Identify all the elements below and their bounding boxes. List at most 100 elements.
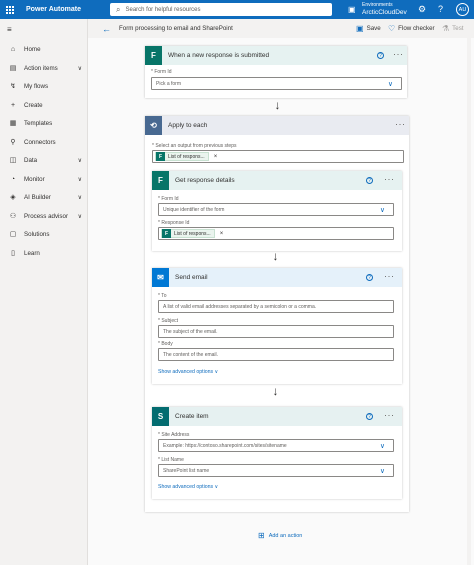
app-launcher-icon[interactable] [6,5,14,14]
create-item-header[interactable]: S Create item ? ··· [152,407,402,426]
environment-name: ArcticCloudDev [362,9,407,16]
sidebar-item-label: Learn [24,249,40,257]
arrow-down-icon: ↓ [274,98,281,112]
arrow-down-icon: ↓ [272,249,279,263]
select-output-label: * Select an output from previous steps [152,143,237,149]
sidebar-item-data[interactable]: ◫ Data ∨ [0,154,88,166]
body-field[interactable]: The content of the email. [158,348,394,361]
chevron-down-icon: ∨ [77,65,82,72]
help-icon[interactable]: ? [438,4,443,14]
response-id-field[interactable]: F List of respons... × [158,227,394,240]
settings-icon[interactable]: ⚙ [418,4,426,15]
search-placeholder: Search for helpful resources [125,6,201,13]
send-email-card[interactable]: ✉ Send email ? ··· * To A list of valid … [152,268,402,384]
search-input[interactable]: ⌕ Search for helpful resources [110,3,332,16]
sidebar-item-my-flows[interactable]: ↯ My flows [0,80,88,92]
get-response-header[interactable]: F Get response details ? ··· [152,171,402,190]
add-action-button[interactable]: ⊞ Add an action [258,531,302,540]
canvas-scrollbar[interactable] [467,38,471,565]
sidebar-item-action-items[interactable]: ▤ Action items ∨ [0,62,88,74]
app-title[interactable]: Power Automate [26,6,81,13]
environment-picker[interactable]: Environments ArcticCloudDev [362,2,407,16]
help-icon[interactable]: ? [366,177,373,184]
sidebar-item-home[interactable]: ⌂ Home [0,43,88,55]
subject-placeholder: The subject of the email. [163,328,218,335]
flow-checker-button[interactable]: ♡ Flow checker [388,24,435,33]
sidebar-item-process-advisor[interactable]: ⚇ Process advisor ∨ [0,210,88,222]
get-response-title: Get response details [175,177,235,184]
sidebar-item-learn[interactable]: ▯ Learn [0,247,88,259]
help-icon[interactable]: ? [377,52,384,59]
hamburger-icon[interactable]: ≡ [7,25,12,34]
forms-icon: F [162,229,171,238]
list-name-placeholder: SharePoint list name [163,467,210,474]
site-address-dropdown[interactable]: Example: https://contoso.sharepoint.com/… [158,439,394,452]
show-advanced-options-link[interactable]: Show advanced options ∨ [158,484,218,490]
avatar[interactable]: AU [456,3,469,16]
search-icon: ⌕ [116,4,121,14]
mail-icon: ✉ [152,268,169,287]
sidebar-item-create[interactable]: + Create [0,99,88,111]
dynamic-token[interactable]: F List of respons... [155,152,209,161]
chevron-down-icon: ∨ [379,442,385,450]
trigger-title: When a new response is submitted [168,52,270,59]
form-id-dropdown[interactable]: Unique identifier of the form ∨ [158,203,394,216]
flow-name: Form processing to email and SharePoint [119,25,233,32]
help-icon[interactable]: ? [366,274,373,281]
body-label: * Body [158,341,173,347]
remove-token-icon[interactable]: × [214,154,218,160]
environment-label: Environments [362,2,393,8]
top-bar: Power Automate ⌕ Search for helpful reso… [0,0,474,19]
sidebar-item-label: Home [24,45,41,53]
flask-icon: ⚗ [442,24,450,33]
more-options-icon[interactable]: ··· [384,410,395,420]
send-email-header[interactable]: ✉ Send email ? ··· [152,268,402,287]
sidebar-item-label: Solutions [24,230,50,238]
select-output-field[interactable]: F List of respons... × [152,150,404,163]
apply-to-each-card[interactable]: ⟲ Apply to each ··· * Select an output f… [145,116,409,512]
get-response-details-card[interactable]: F Get response details ? ··· * Form Id U… [152,171,402,251]
back-arrow-icon[interactable]: ← [102,24,111,34]
sidebar-item-solutions[interactable]: ▢ Solutions [0,228,88,240]
test-button[interactable]: ⚗ Test [442,24,464,33]
form-id-placeholder: Pick a form [156,80,182,87]
more-options-icon[interactable]: ··· [384,271,395,281]
monitor-icon: ◔ [10,175,16,183]
subject-label: * Subject [158,318,179,324]
dynamic-token[interactable]: F List of respons... [161,229,215,238]
list-name-dropdown[interactable]: SharePoint list name ∨ [158,464,394,477]
sidebar-item-ai-builder[interactable]: ◈ AI Builder ∨ [0,191,88,203]
chevron-down-icon: ∨ [387,80,393,88]
sidebar-item-connectors[interactable]: ⚲ Connectors [0,136,88,148]
trigger-card[interactable]: F When a new response is submitted ? ···… [145,46,407,98]
forms-icon: F [156,152,165,161]
sidebar-item-label: Action items [24,64,58,72]
to-field[interactable]: A list of valid email addresses separate… [158,300,394,313]
show-advanced-options-link[interactable]: Show advanced options ∨ [158,369,218,375]
more-options-icon[interactable]: ··· [384,174,395,184]
more-options-icon[interactable]: ··· [395,119,406,129]
create-item-card[interactable]: S Create item ? ··· * Site Address Examp… [152,407,402,499]
help-icon[interactable]: ? [366,413,373,420]
trigger-header[interactable]: F When a new response is submitted ? ··· [145,46,407,65]
subject-field[interactable]: The subject of the email. [158,325,394,338]
flows-icon: ↯ [10,83,16,90]
apply-to-each-header[interactable]: ⟲ Apply to each ··· [145,116,409,135]
sidebar-item-label: Templates [24,119,53,127]
send-email-title: Send email [175,274,208,281]
sidebar-item-monitor[interactable]: ◔ Monitor ∨ [0,173,88,185]
sidebar-item-label: My flows [24,82,49,90]
save-button[interactable]: ▣ Save [356,24,381,33]
save-label: Save [366,25,381,32]
form-id-dropdown[interactable]: Pick a form ∨ [151,77,402,90]
ai-builder-icon: ◈ [10,194,16,201]
add-action-icon: ⊞ [258,531,265,540]
list-name-label: * List Name [158,457,184,463]
form-id-placeholder: Unique identifier of the form [163,206,225,213]
more-options-icon[interactable]: ··· [393,49,404,59]
sidebar-item-templates[interactable]: ▦ Templates [0,117,88,129]
home-icon: ⌂ [10,45,16,53]
test-label: Test [452,25,464,32]
remove-token-icon[interactable]: × [220,231,224,237]
site-address-label: * Site Address [158,432,190,438]
